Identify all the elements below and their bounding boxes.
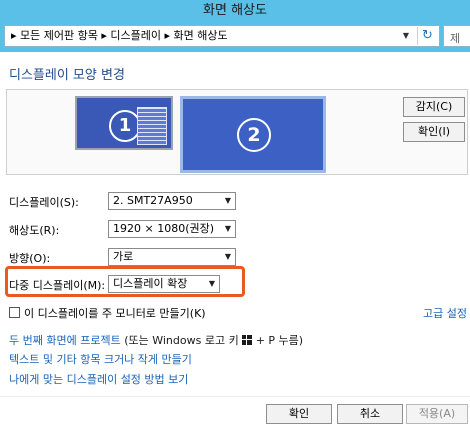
display-select[interactable]: 2. SMT27A950 ▼	[108, 192, 236, 210]
address-box[interactable]: ▸ 모든 제어판 항목 ▸ 디스플레이 ▸ 화면 해상도 ▼ ↻	[4, 25, 440, 47]
project-hint: (또는 Windows 로고 키	[124, 334, 239, 347]
chevron-down-icon: ▼	[224, 252, 231, 261]
display-value: 2. SMT27A950	[113, 194, 193, 207]
multiple-displays-select[interactable]: 디스플레이 확장 ▼	[108, 275, 220, 293]
screen-icon	[137, 107, 167, 145]
monitor-number-badge: 2	[237, 118, 271, 152]
display-label: 디스플레이(S):	[9, 196, 79, 209]
display-settings-help-link[interactable]: 나에게 맞는 디스플레이 설정 방법 보기	[9, 371, 188, 387]
orientation-select[interactable]: 가로 ▼	[108, 248, 236, 266]
window-title-bar: 화면 해상도	[0, 0, 470, 22]
orientation-label: 방향(O):	[9, 252, 51, 265]
address-dropdown-icon[interactable]: ▼	[399, 26, 413, 46]
resolution-select[interactable]: 1920 × 1080(권장) ▼	[108, 220, 236, 238]
project-hint-suffix: + P 누름)	[255, 334, 304, 347]
search-label: 제	[450, 32, 461, 45]
window-title: 화면 해상도	[203, 3, 267, 18]
refresh-icon[interactable]: ↻	[417, 27, 437, 45]
main-display-checkbox-label[interactable]: 이 디스플레이를 주 모니터로 만들기(K)	[24, 305, 206, 321]
identify-button[interactable]: 확인(I)	[403, 122, 465, 142]
detect-button[interactable]: 감지(C)	[403, 97, 465, 117]
apply-button[interactable]: 적용(A)	[406, 404, 468, 424]
advanced-settings-link[interactable]: 고급 설정	[423, 305, 467, 321]
multiple-displays-label: 다중 디스플레이(M):	[9, 279, 106, 292]
breadcrumb[interactable]: ▸ 모든 제어판 항목 ▸ 디스플레이 ▸ 화면 해상도	[11, 26, 228, 46]
resolution-label: 해상도(R):	[9, 224, 60, 237]
divider	[0, 396, 470, 397]
chevron-down-icon: ▼	[208, 279, 215, 288]
monitor-1[interactable]: 1	[75, 96, 173, 150]
chevron-down-icon: ▼	[224, 196, 231, 205]
multiple-displays-value: 디스플레이 확장	[113, 277, 188, 290]
main-display-checkbox[interactable]	[9, 307, 20, 318]
address-bar: ▸ 모든 제어판 항목 ▸ 디스플레이 ▸ 화면 해상도 ▼ ↻ 제	[0, 22, 470, 52]
text-size-link[interactable]: 텍스트 및 기타 항목 크거나 작게 만들기	[9, 351, 192, 367]
project-link-row: 두 번째 화면에 프로젝트 (또는 Windows 로고 키 + P 누름)	[9, 332, 303, 348]
display-preview: 1 2 감지(C) 확인(I)	[6, 89, 468, 175]
cancel-button[interactable]: 취소	[337, 404, 403, 424]
page-title: 디스플레이 모양 변경	[9, 68, 125, 83]
resolution-value: 1920 × 1080(권장)	[113, 222, 215, 235]
ok-button[interactable]: 확인	[266, 404, 332, 424]
project-link[interactable]: 두 번째 화면에 프로젝트	[9, 334, 121, 347]
orientation-value: 가로	[113, 250, 134, 263]
windows-logo-icon	[242, 335, 253, 345]
chevron-down-icon: ▼	[224, 224, 231, 233]
search-input[interactable]: 제	[443, 25, 470, 47]
monitor-2[interactable]: 2	[180, 96, 326, 173]
